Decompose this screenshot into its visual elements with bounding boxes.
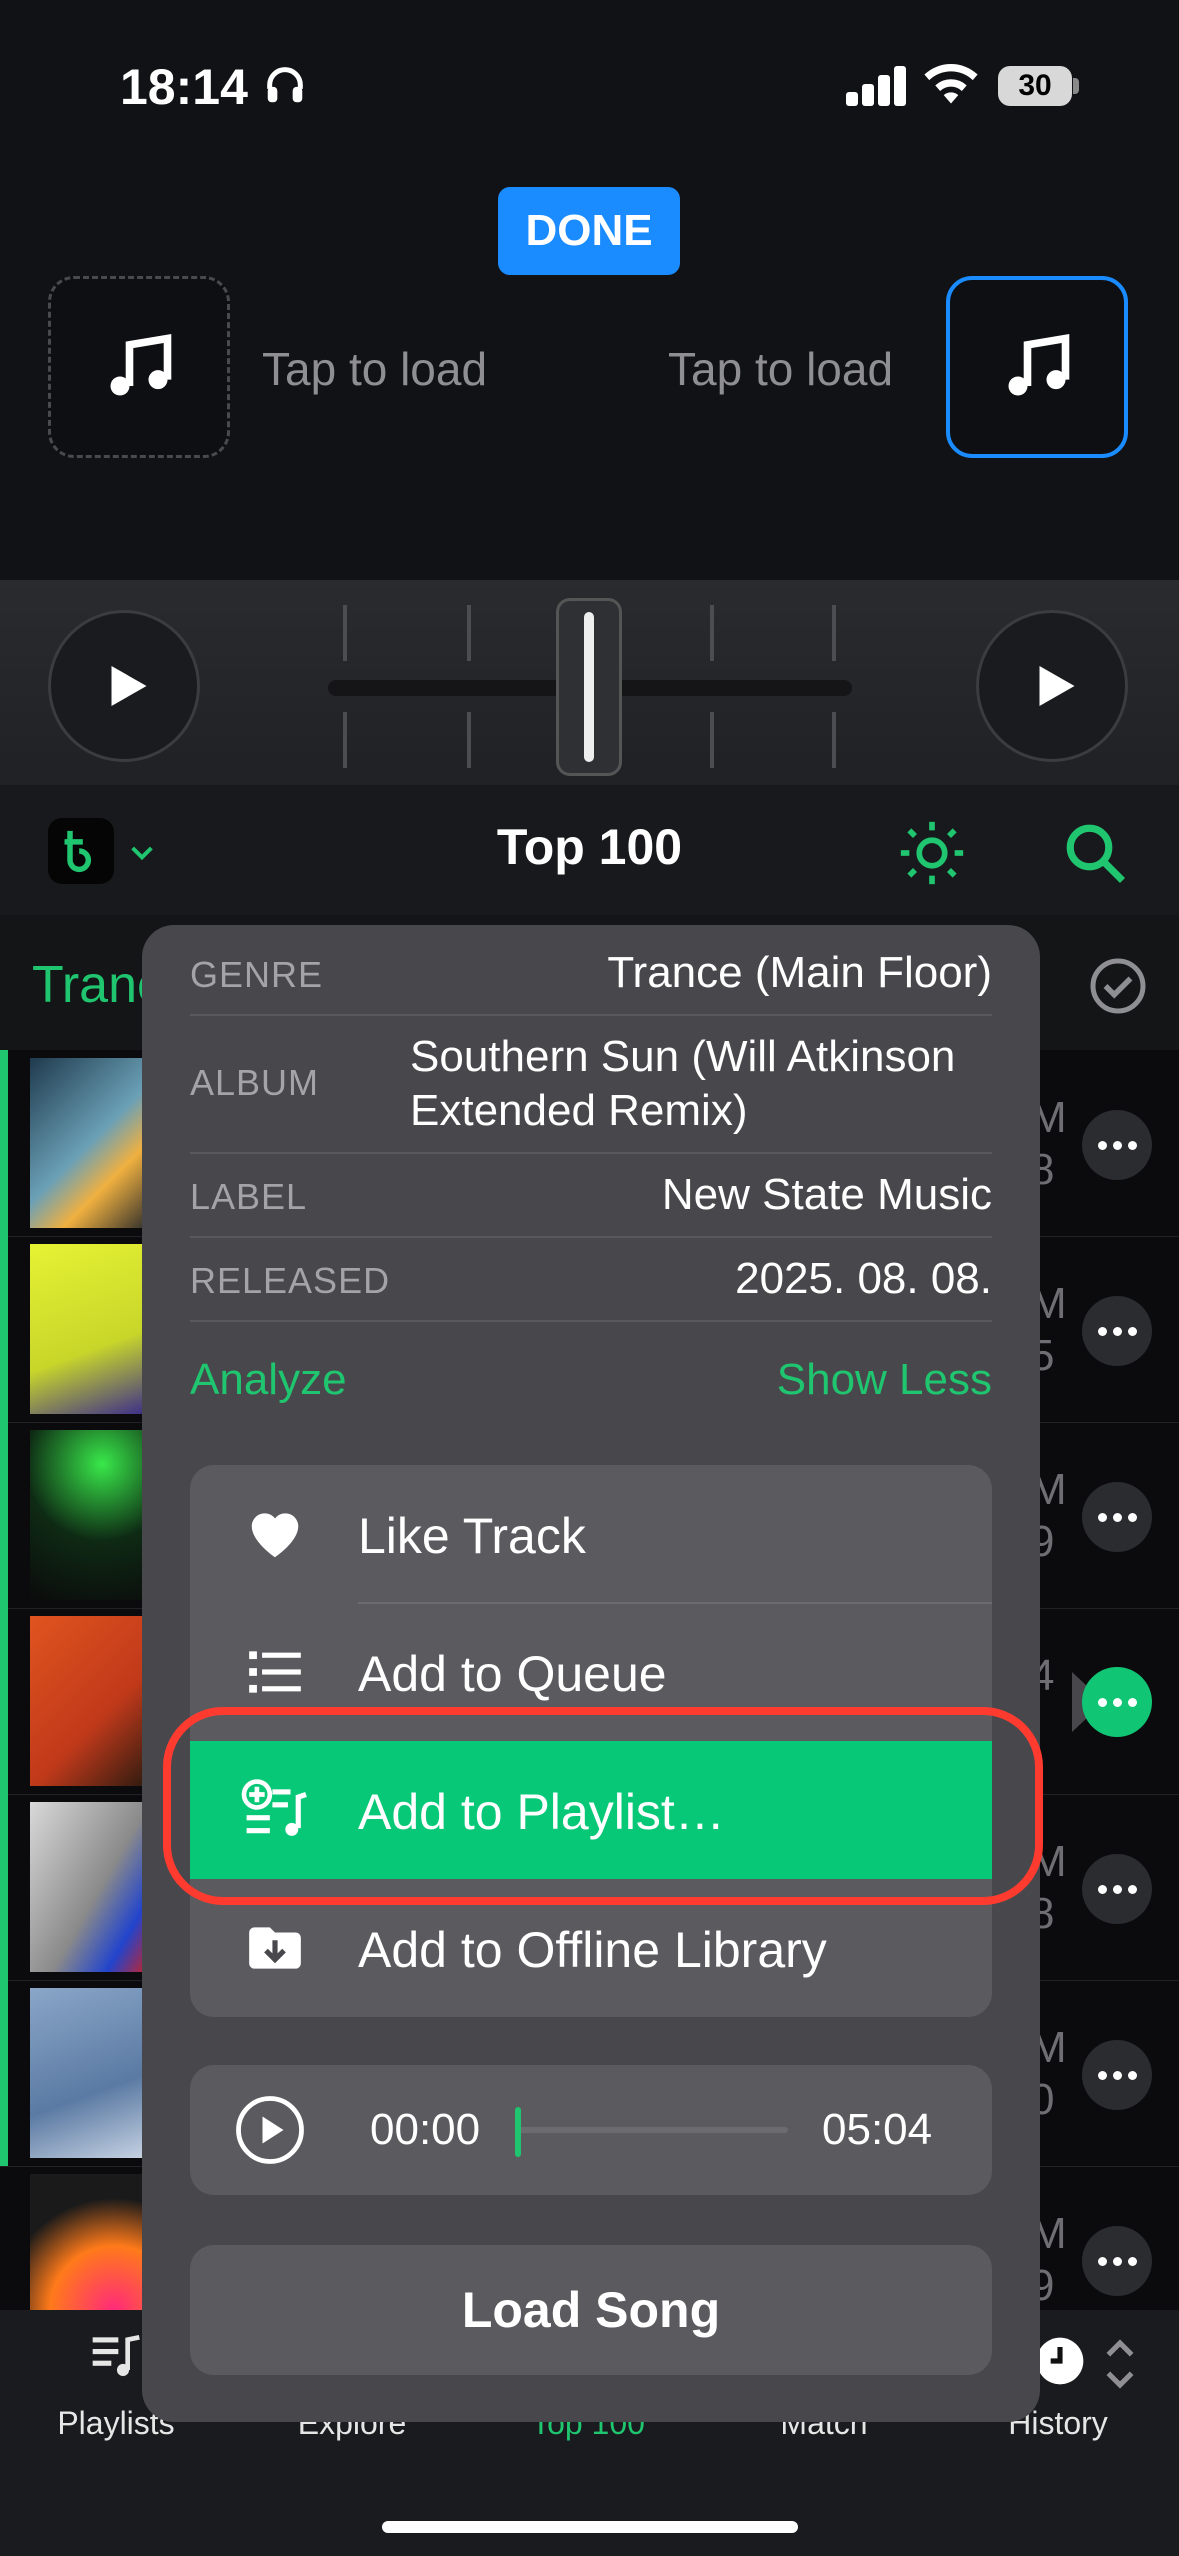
brightness-icon[interactable]: [898, 819, 966, 892]
more-options-button[interactable]: [1082, 1296, 1152, 1366]
released-row: RELEASED 2025. 08. 08.: [190, 1236, 992, 1322]
headphones-icon: [262, 62, 308, 113]
preview-current-time: 00:00: [370, 2105, 481, 2154]
album-key: ALBUM: [190, 1062, 320, 1103]
more-options-button[interactable]: [1082, 1482, 1152, 1552]
heart-icon: [240, 1499, 310, 1569]
left-deck-label[interactable]: Tap to load: [262, 342, 487, 396]
album-art: [30, 1244, 150, 1414]
list-icon: [240, 1637, 310, 1707]
album-value: Southern Sun (Will Atkinson Extended Remi…: [410, 1032, 956, 1135]
album-art: [30, 1430, 150, 1600]
released-key: RELEASED: [190, 1260, 391, 1301]
more-options-button[interactable]: [1082, 1110, 1152, 1180]
album-row: ALBUM Southern Sun (Will Atkinson Extende…: [190, 1014, 992, 1154]
right-deck-label[interactable]: Tap to load: [668, 342, 893, 396]
label-value: New State Music: [661, 1170, 992, 1219]
album-art: [30, 1988, 150, 2158]
right-deck-slot[interactable]: [946, 276, 1128, 458]
search-icon[interactable]: [1062, 820, 1128, 891]
status-time: 18:14: [120, 59, 248, 115]
load-song-button[interactable]: Load Song: [190, 2245, 992, 2375]
sort-chevrons-icon[interactable]: [1102, 2336, 1138, 2397]
right-play-button[interactable]: [976, 610, 1128, 762]
preview-player: 00:00 05:04: [190, 2065, 992, 2195]
released-value: 2025. 08. 08.: [735, 1254, 992, 1303]
album-art: [30, 1802, 150, 1972]
clock-icon[interactable]: [1032, 2333, 1088, 2394]
music-note-icon: [110, 334, 172, 396]
played-indicator: [0, 1236, 8, 1422]
more-options-button[interactable]: [1082, 2040, 1152, 2110]
checkmark-circle-icon[interactable]: [1088, 956, 1148, 1021]
annotation-highlight: [163, 1707, 1043, 1905]
play-icon: [1039, 666, 1075, 706]
home-indicator: [382, 2521, 798, 2533]
playlists-icon[interactable]: [88, 2328, 144, 2389]
battery-tip: [1073, 78, 1079, 94]
analyze-link[interactable]: Analyze: [190, 1355, 347, 1405]
page-title: Top 100: [496, 819, 683, 875]
show-less-link[interactable]: Show Less: [777, 1355, 992, 1405]
album-art: [30, 1058, 150, 1228]
done-button[interactable]: DONE: [498, 187, 680, 275]
like-track-label: Like Track: [358, 1508, 586, 1564]
crossfader-handle-line: [584, 612, 594, 762]
played-indicator: [0, 1980, 8, 2166]
cellular-signal-icon: [846, 64, 906, 106]
left-deck-slot[interactable]: [48, 276, 230, 458]
genre-row: GENRE Trance (Main Floor): [190, 942, 992, 1016]
music-note-icon: [1008, 334, 1070, 396]
add-to-offline-library-label: Add to Offline Library: [358, 1922, 827, 1978]
battery-indicator: 30: [998, 66, 1072, 106]
genre-value: Trance (Main Floor): [607, 948, 992, 997]
add-to-queue-label: Add to Queue: [358, 1646, 667, 1702]
played-indicator: [0, 1608, 8, 1794]
download-folder-icon: [240, 1913, 310, 1983]
played-indicator: [0, 1422, 8, 1608]
label-key: LABEL: [190, 1176, 308, 1217]
preview-duration: 05:04: [822, 2105, 933, 2154]
played-indicator: [0, 1794, 8, 1980]
genre-key: GENRE: [190, 954, 324, 995]
more-options-button-active[interactable]: [1082, 1667, 1152, 1737]
play-icon: [111, 666, 147, 706]
left-play-button[interactable]: [48, 610, 200, 762]
label-row: LABEL New State Music: [190, 1152, 992, 1238]
preview-play-button[interactable]: [234, 2094, 306, 2171]
more-options-button[interactable]: [1082, 2226, 1152, 2296]
album-art: [30, 1616, 150, 1786]
like-track-item[interactable]: Like Track: [190, 1465, 992, 1603]
more-options-button[interactable]: [1082, 1854, 1152, 1924]
wifi-icon: [922, 60, 980, 111]
preview-progress-track[interactable]: [516, 2127, 788, 2133]
played-indicator: [0, 1050, 8, 1236]
preview-progress-handle[interactable]: [515, 2107, 521, 2157]
